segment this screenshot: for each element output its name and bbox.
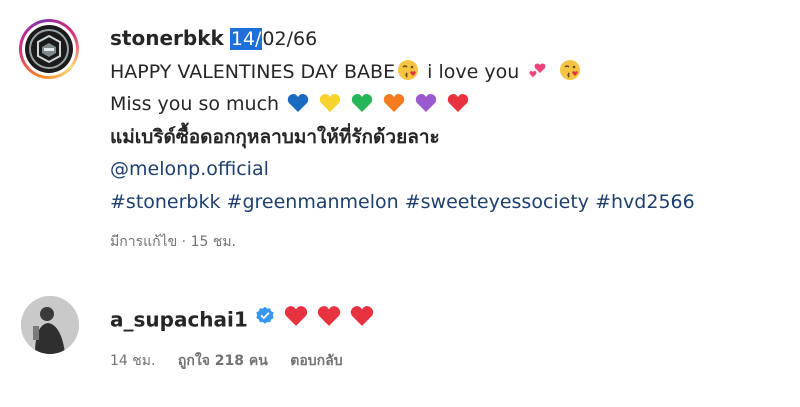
kiss-face-icon — [560, 59, 581, 80]
mention-link[interactable]: @melonp.official — [110, 153, 790, 186]
post-date-rest: 02/66 — [262, 28, 318, 50]
edited-label: มีการแก้ไข — [110, 234, 178, 250]
comment-username[interactable]: a_supachai1 — [110, 308, 248, 332]
comment-time[interactable]: 14 ชม. — [110, 353, 155, 369]
red-heart-icon — [448, 94, 469, 112]
orange-heart-icon — [384, 94, 405, 112]
post-time[interactable]: 15 ชม. — [191, 234, 236, 250]
purple-heart-icon — [416, 94, 437, 112]
verified-badge-icon — [256, 306, 274, 324]
post-header: stonerbkk 14/02/66 — [110, 22, 790, 56]
comment-row: a_supachai1 — [110, 305, 376, 332]
person-photo-icon — [21, 296, 79, 354]
two-hearts-icon — [529, 63, 546, 77]
caption-line-1: HAPPY VALENTINES DAY BABE i love you — [110, 56, 790, 89]
kiss-face-icon — [398, 59, 419, 80]
comment-meta: 14 ชม. ถูกใจ 218 คน ตอบกลับ — [110, 350, 361, 372]
post-avatar — [25, 25, 73, 73]
post-username[interactable]: stonerbkk — [110, 26, 224, 50]
comment-likes[interactable]: ถูกใจ 218 คน — [178, 353, 268, 369]
avatar-logo-icon — [29, 29, 69, 69]
comment-avatar[interactable] — [21, 296, 79, 354]
post-avatar-story-ring[interactable] — [19, 19, 79, 79]
reply-button[interactable]: ตอบกลับ — [290, 353, 342, 369]
post-caption: stonerbkk 14/02/66 HAPPY VALENTINES DAY … — [110, 22, 790, 253]
caption-line-2: Miss you so much — [110, 88, 790, 121]
meta-separator: · — [181, 234, 191, 250]
red-heart-icon — [351, 306, 374, 326]
post-meta: มีการแก้ไข · 15 ชม. — [110, 231, 790, 253]
hashtags-line[interactable]: #stonerbkk #greenmanmelon #sweeteyessoci… — [110, 186, 790, 219]
red-heart-icon — [284, 306, 308, 326]
post-date-selected: 14/ — [229, 28, 263, 50]
yellow-heart-icon — [319, 94, 341, 112]
red-heart-icon — [317, 306, 341, 326]
caption-line-2-text: Miss you so much — [110, 93, 280, 115]
caption-line-3: แม่เบริด์ซื้อดอกกุหลาบมาให้ที่รักด้วยลาะ — [110, 125, 440, 148]
caption-line-1-text: HAPPY VALENTINES DAY BABE — [110, 60, 396, 83]
blue-heart-icon — [287, 94, 309, 112]
green-heart-icon — [351, 94, 373, 112]
post-avatar-frame — [22, 22, 76, 76]
caption-line-1b-text: i love you — [427, 60, 520, 83]
post-date: 14/02/66 — [229, 28, 318, 50]
